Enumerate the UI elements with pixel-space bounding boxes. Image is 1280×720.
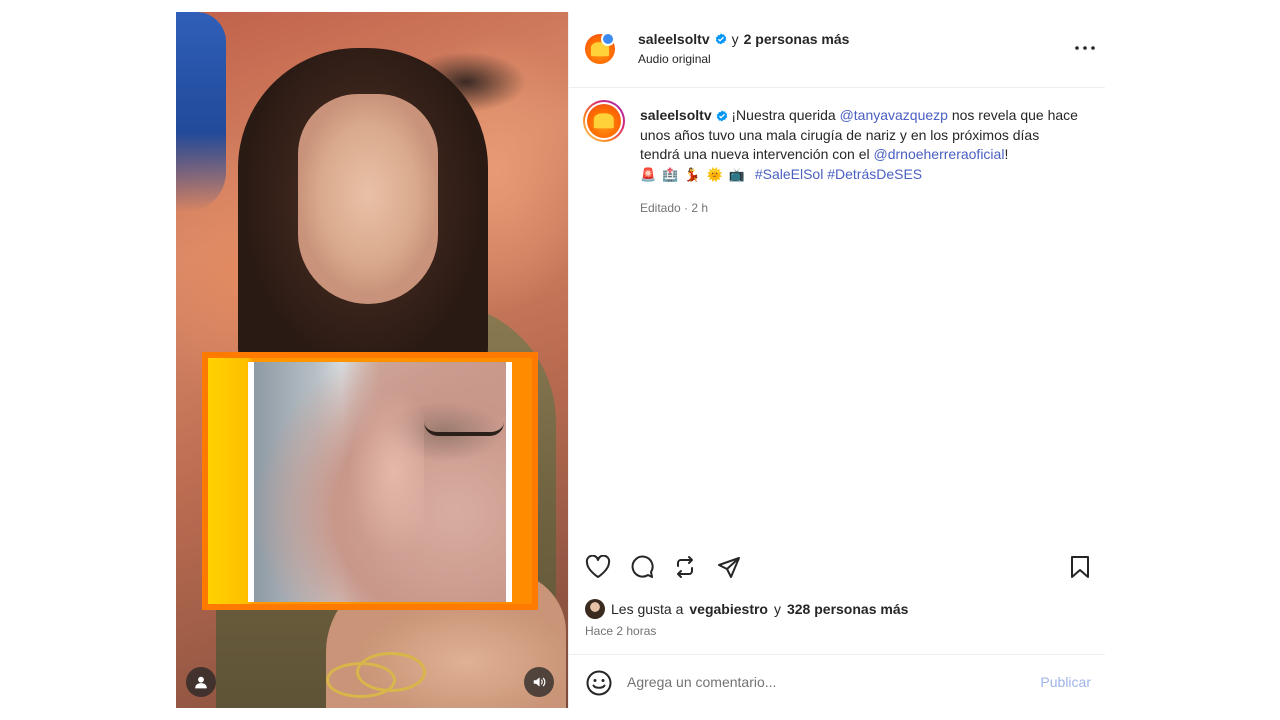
header-account-line: saleelsoltv y 2 personas más xyxy=(638,31,849,47)
emoji: 📺 xyxy=(728,166,745,182)
video-inset-nose xyxy=(334,382,424,552)
liker-avatar[interactable] xyxy=(585,599,605,619)
caption-avatar[interactable] xyxy=(583,100,625,142)
bookmark-icon xyxy=(1071,556,1089,578)
caption-avatar-logo xyxy=(587,104,621,138)
emoji: 💃 xyxy=(684,166,701,182)
share-button[interactable] xyxy=(714,552,744,582)
emoji: 🌞 xyxy=(706,166,723,182)
verified-badge-icon xyxy=(715,33,726,45)
mention-link[interactable]: @drnoeherreraoficial xyxy=(874,146,1005,162)
likes-others-link[interactable]: 328 personas más xyxy=(787,601,908,617)
liker-username[interactable]: vegabiestro xyxy=(689,601,768,617)
caption-text-part: ! xyxy=(1004,146,1009,162)
heart-icon xyxy=(585,555,611,578)
audio-label[interactable]: Audio original xyxy=(638,52,711,66)
verified-badge-icon xyxy=(716,110,727,122)
video-frame-face xyxy=(298,94,438,304)
emoji-icon xyxy=(586,670,612,696)
likes-prefix: Les gusta a xyxy=(611,601,684,617)
coauthors-prefix: y xyxy=(731,31,739,47)
more-options-button[interactable] xyxy=(1073,36,1097,60)
repost-icon xyxy=(677,556,693,578)
likes-middle: y xyxy=(773,601,781,617)
video-inset-photo-frame xyxy=(202,352,538,610)
comment-bar: Publicar xyxy=(569,654,1105,708)
tagged-users-button[interactable] xyxy=(186,667,216,697)
comment-button[interactable] xyxy=(627,552,657,582)
comment-icon xyxy=(631,555,654,578)
coauthors-link[interactable]: 2 personas más xyxy=(744,31,850,47)
post-side-panel: saleelsoltv y 2 personas más Audio origi… xyxy=(568,12,1105,708)
account-username[interactable]: saleelsoltv xyxy=(638,31,710,47)
action-bar xyxy=(569,552,1105,582)
hashtag-link[interactable]: #SaleElSol xyxy=(755,166,824,182)
more-options-icon xyxy=(1075,46,1095,50)
send-icon xyxy=(718,557,740,578)
video-frame-blue-element xyxy=(176,12,226,212)
collab-avatar-dot xyxy=(601,32,615,46)
user-icon xyxy=(195,676,207,689)
video-inset-background xyxy=(208,358,532,604)
likes-summary: Les gusta a vegabiestro y 328 personas m… xyxy=(585,598,908,620)
caption-text: saleelsoltv ¡Nuestra querida @tanyavazqu… xyxy=(640,106,1080,184)
caption-username[interactable]: saleelsoltv xyxy=(640,107,712,123)
save-button[interactable] xyxy=(1065,552,1095,582)
emoji-picker-button[interactable] xyxy=(585,669,613,697)
reel-video[interactable] xyxy=(176,12,568,708)
volume-icon xyxy=(533,677,546,687)
caption-meta: Editado · 2 h xyxy=(640,201,709,215)
caption-emojis: 🚨 🏥 💃 🌞 📺 xyxy=(640,166,755,182)
emoji: 🏥 xyxy=(662,166,679,182)
publish-button[interactable]: Publicar xyxy=(1040,674,1091,690)
video-inset-eye xyxy=(424,422,504,436)
comment-input[interactable] xyxy=(627,669,1007,695)
caption-text-part: ¡Nuestra querida xyxy=(731,107,836,123)
post-timestamp[interactable]: Hace 2 horas xyxy=(585,624,656,638)
video-frame-bracelet xyxy=(356,652,426,692)
mention-link[interactable]: @tanyavazquezp xyxy=(840,107,948,123)
hashtag-link[interactable]: #DetrásDeSES xyxy=(827,166,922,182)
like-button[interactable] xyxy=(583,552,613,582)
audio-toggle-button[interactable] xyxy=(524,667,554,697)
repost-button[interactable] xyxy=(670,552,700,582)
avatar-logo-shape xyxy=(593,113,615,129)
emoji: 🚨 xyxy=(640,166,657,182)
video-inset-photo xyxy=(248,362,512,602)
post-header: saleelsoltv y 2 personas más Audio origi… xyxy=(569,12,1105,88)
